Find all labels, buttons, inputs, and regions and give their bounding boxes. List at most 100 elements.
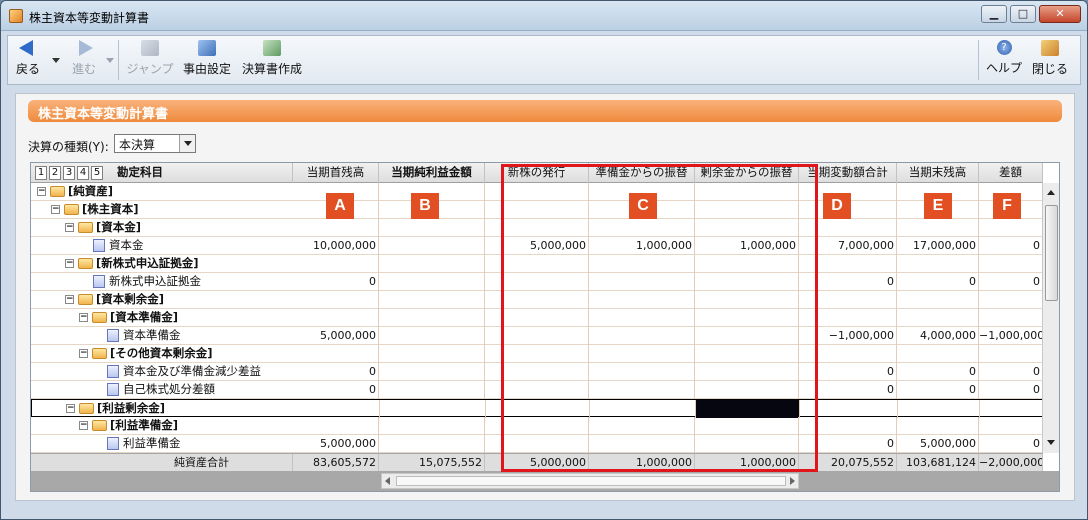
table-cell[interactable] [379, 363, 485, 381]
table-cell[interactable] [486, 400, 590, 418]
table-cell[interactable] [293, 291, 379, 309]
table-cell[interactable] [293, 417, 379, 435]
table-cell[interactable] [379, 255, 485, 273]
table-cell[interactable] [979, 255, 1043, 273]
table-cell[interactable] [485, 327, 589, 345]
table-cell[interactable]: 0 [979, 363, 1043, 381]
table-cell[interactable] [293, 219, 379, 237]
table-cell[interactable] [379, 417, 485, 435]
table-cell[interactable] [897, 345, 979, 363]
table-cell[interactable] [485, 417, 589, 435]
table-row[interactable]: − [利益剰余金] [31, 399, 1044, 418]
close-button[interactable]: 閉じる [1030, 38, 1070, 82]
table-cell[interactable] [695, 255, 799, 273]
table-cell[interactable] [589, 291, 695, 309]
table-cell[interactable] [485, 309, 589, 327]
col-total-change[interactable]: 当期変動額合計 [799, 163, 897, 183]
table-cell[interactable] [380, 400, 486, 418]
table-row[interactable]: 新株式申込証拠金 0 0 0 0 [31, 273, 1043, 291]
table-cell[interactable] [695, 381, 799, 399]
table-cell[interactable] [897, 291, 979, 309]
table-cell[interactable] [897, 417, 979, 435]
table-cell[interactable] [980, 400, 1044, 418]
table-row[interactable]: 資本準備金 5,000,000 −1,000,000 4,000,000 −1,000,… [31, 327, 1043, 345]
level-2-button[interactable]: 2 [49, 166, 61, 180]
table-cell[interactable]: −1,000,000 [799, 327, 897, 345]
table-row[interactable]: − [株主資本] [31, 201, 1043, 219]
table-cell[interactable] [898, 400, 980, 418]
collapse-icon[interactable]: − [79, 349, 88, 358]
table-cell[interactable] [590, 400, 696, 418]
table-row[interactable]: 利益準備金 5,000,000 0 5,000,000 0 [31, 435, 1043, 453]
table-cell[interactable] [800, 400, 898, 418]
table-cell[interactable] [485, 273, 589, 291]
jump-button[interactable]: ジャンプ [124, 38, 176, 82]
table-cell[interactable]: 0 [799, 363, 897, 381]
level-4-button[interactable]: 4 [77, 166, 89, 180]
table-row[interactable]: − [資本準備金] [31, 309, 1043, 327]
table-cell[interactable] [979, 417, 1043, 435]
table-row[interactable]: − [利益準備金] [31, 417, 1043, 435]
table-cell[interactable]: 0 [979, 237, 1043, 255]
table-cell[interactable] [485, 201, 589, 219]
create-report-button[interactable]: 決算書作成 [240, 38, 304, 82]
back-dropdown-icon[interactable] [52, 58, 60, 63]
collapse-icon[interactable]: − [66, 404, 75, 413]
collapse-icon[interactable]: − [65, 223, 74, 232]
table-cell[interactable] [379, 291, 485, 309]
table-cell[interactable]: 0 [979, 435, 1043, 453]
table-cell[interactable] [799, 291, 897, 309]
vertical-scrollbar[interactable] [1042, 183, 1059, 453]
collapse-icon[interactable]: − [51, 205, 60, 214]
table-cell[interactable] [589, 363, 695, 381]
col-net-income[interactable]: 当期純利益金額 [379, 163, 485, 183]
table-row[interactable]: − [資本金] [31, 219, 1043, 237]
table-cell[interactable]: 0 [799, 435, 897, 453]
hscroll-thumb[interactable] [396, 476, 786, 486]
level-3-button[interactable]: 3 [63, 166, 75, 180]
table-cell[interactable]: 0 [799, 273, 897, 291]
table-cell[interactable]: −1,000,000 [979, 327, 1043, 345]
table-cell[interactable] [799, 219, 897, 237]
help-button[interactable]: ? ヘルプ [984, 38, 1024, 82]
table-cell[interactable] [695, 183, 799, 201]
col-difference[interactable]: 差額 [979, 163, 1043, 183]
minimize-button[interactable]: ▁ [981, 5, 1007, 23]
table-cell[interactable]: 5,000,000 [897, 435, 979, 453]
maximize-button[interactable]: □ [1010, 5, 1036, 23]
table-cell[interactable] [589, 309, 695, 327]
table-cell[interactable] [485, 363, 589, 381]
table-cell[interactable]: 10,000,000 [293, 237, 379, 255]
table-cell[interactable] [485, 435, 589, 453]
chevron-down-icon[interactable] [179, 135, 195, 152]
table-row[interactable]: 資本金及び準備金減少差益 0 0 0 0 [31, 363, 1043, 381]
level-1-button[interactable]: 1 [35, 166, 47, 180]
table-cell[interactable] [379, 273, 485, 291]
table-cell[interactable] [695, 345, 799, 363]
level-5-button[interactable]: 5 [91, 166, 103, 180]
table-cell[interactable] [589, 255, 695, 273]
table-cell[interactable] [485, 345, 589, 363]
table-cell[interactable] [695, 201, 799, 219]
table-cell[interactable] [485, 183, 589, 201]
reason-settings-button[interactable]: 事由設定 [182, 38, 232, 82]
table-cell[interactable] [379, 345, 485, 363]
table-cell[interactable] [695, 273, 799, 291]
table-row[interactable]: 資本金 10,000,000 5,000,000 1,000,000 1,000,000… [31, 237, 1043, 255]
table-cell[interactable]: 4,000,000 [897, 327, 979, 345]
forward-button[interactable]: 進む [66, 38, 102, 82]
scroll-down-icon[interactable] [1043, 435, 1059, 451]
table-cell[interactable] [293, 255, 379, 273]
table-row[interactable]: 自己株式処分差額 0 0 0 0 [31, 381, 1043, 399]
table-cell[interactable] [799, 417, 897, 435]
table-cell[interactable] [379, 435, 485, 453]
table-cell[interactable] [695, 309, 799, 327]
table-cell[interactable]: 17,000,000 [897, 237, 979, 255]
table-cell[interactable]: 0 [979, 381, 1043, 399]
collapse-icon[interactable]: − [79, 313, 88, 322]
table-cell[interactable] [294, 400, 380, 418]
table-cell[interactable]: 0 [293, 363, 379, 381]
table-cell[interactable] [589, 435, 695, 453]
table-cell[interactable] [589, 327, 695, 345]
table-cell[interactable] [695, 417, 799, 435]
